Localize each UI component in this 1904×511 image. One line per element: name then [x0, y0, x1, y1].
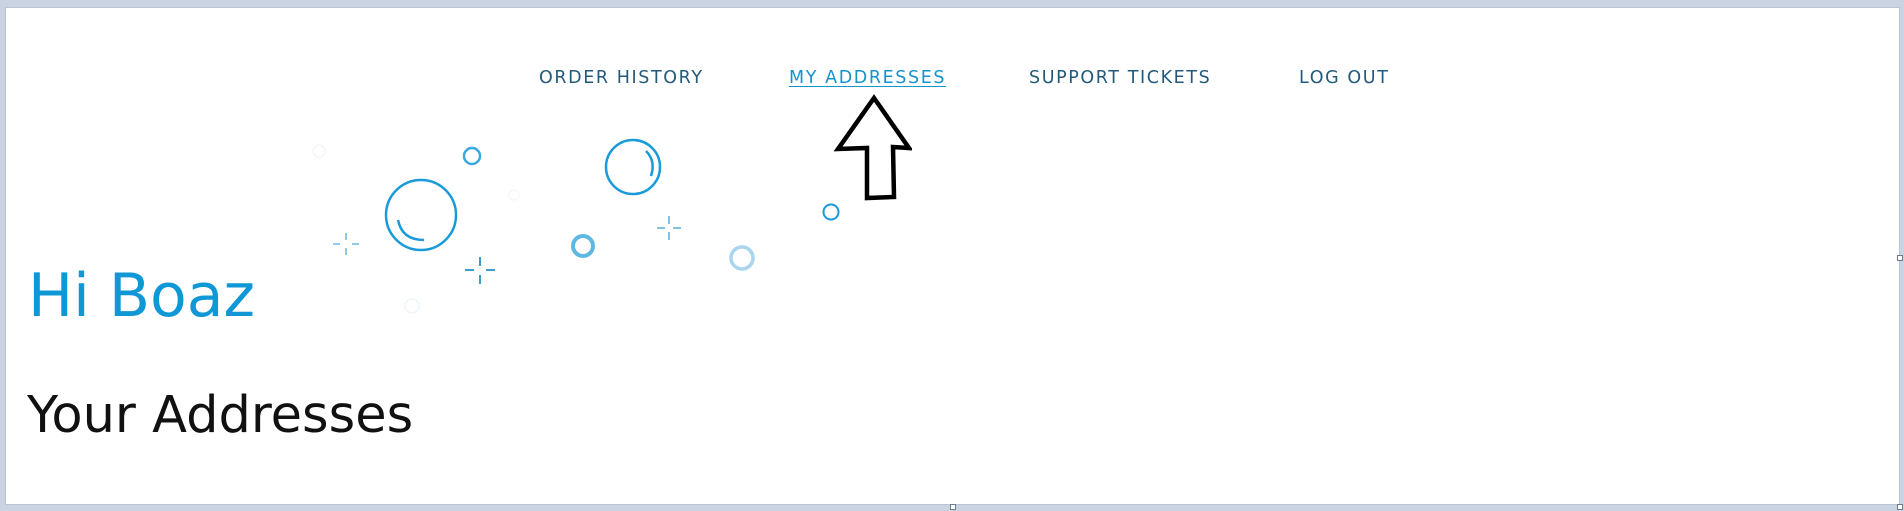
resize-handle[interactable]: [1897, 255, 1903, 261]
bubble-shine: [645, 150, 654, 177]
resize-handle[interactable]: [950, 504, 956, 510]
page-title: Your Addresses: [27, 386, 414, 445]
nav-support-tickets[interactable]: SUPPORT TICKETS: [1029, 68, 1211, 88]
bubble-shine: [396, 219, 425, 242]
bubble: [312, 144, 326, 158]
bubble: [822, 203, 840, 221]
bubble: [404, 298, 420, 314]
bubble: [462, 146, 482, 166]
resize-handle[interactable]: [1897, 504, 1903, 510]
bubble: [508, 189, 520, 201]
greeting: Hi Boaz: [28, 261, 255, 331]
nav-log-out[interactable]: LOG OUT: [1299, 68, 1390, 88]
sparkle-icon: [333, 233, 359, 255]
bubble: [571, 234, 595, 258]
bubble: [729, 245, 755, 271]
sparkle-icon: [465, 257, 495, 284]
sparkle-icon: [657, 216, 681, 240]
page-frame: ORDER HISTORY MY ADDRESSES SUPPORT TICKE…: [5, 7, 1900, 505]
up-arrow-icon: [833, 94, 912, 201]
